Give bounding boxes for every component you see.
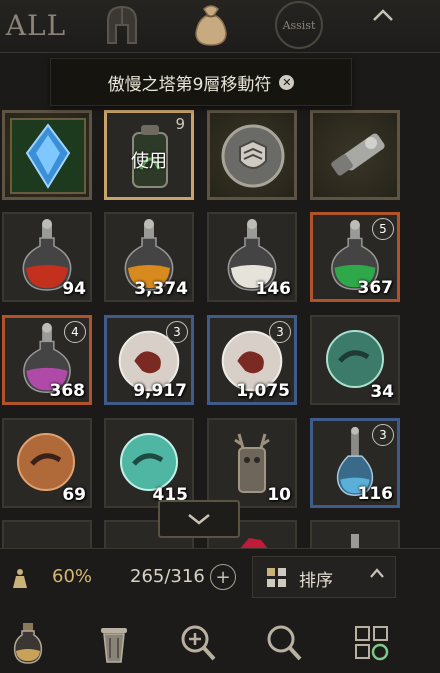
bottle-icon	[351, 534, 359, 548]
item-slot-teleport-scroll[interactable]: 9 使用	[104, 110, 194, 200]
arrange-button[interactable]	[352, 620, 392, 666]
zoom-in-icon	[181, 625, 216, 661]
chevron-up-icon	[369, 564, 385, 583]
item-slot-blue-vial[interactable]: 3 116	[310, 418, 400, 508]
item-slot-orange-potion[interactable]: 3,374	[104, 212, 194, 302]
item-slot-antler-totem[interactable]: 10	[207, 418, 297, 508]
item-slot-partial[interactable]	[2, 520, 92, 548]
grade-badge: 4	[64, 321, 86, 343]
helmet-icon	[107, 5, 137, 44]
close-icon[interactable]: ✕	[279, 74, 295, 90]
item-count: 146	[255, 279, 292, 299]
item-count: 10	[267, 485, 291, 505]
item-tier: 9	[175, 115, 185, 133]
trash-icon	[101, 628, 127, 663]
item-slot-orange-orb[interactable]: 69	[2, 418, 92, 508]
shield-emblem-icon	[221, 124, 285, 188]
expand-capacity-button[interactable]: +	[210, 564, 236, 590]
silver-scroll-icon	[331, 133, 385, 176]
item-slot-purple-potion[interactable]: 4 368	[2, 315, 92, 405]
search-icon	[267, 625, 302, 661]
chevron-down-icon	[188, 514, 210, 525]
tab-assist[interactable]: Assist	[272, 0, 326, 50]
sort-label: 排序	[299, 571, 333, 591]
weight-percent: 60%	[52, 566, 93, 587]
item-slot-shield-emblem[interactable]	[207, 110, 297, 200]
inventory-capacity: 265/316	[130, 566, 205, 587]
item-count: 69	[62, 485, 86, 505]
weight-icon	[10, 568, 30, 595]
item-slot-red-potion[interactable]: 94	[2, 212, 92, 302]
item-count: 116	[357, 484, 394, 504]
item-slot-dragon-orb-2[interactable]: 3 1,075	[207, 315, 297, 405]
item-count: 3,374	[134, 279, 188, 299]
scroll-down-button[interactable]	[158, 500, 240, 538]
item-tooltip: 傲慢之塔第9層移動符 ✕	[50, 58, 352, 106]
item-count: 1,075	[236, 381, 290, 401]
item-slot-silver-scroll[interactable]	[310, 110, 400, 200]
item-slot-teal-orb[interactable]: 415	[104, 418, 194, 508]
potion-icon	[13, 623, 43, 664]
tooltip-text: 傲慢之塔第9層移動符	[107, 74, 272, 95]
item-count: 94	[62, 279, 86, 299]
use-potion-button[interactable]	[8, 620, 48, 666]
grid-arrange-icon	[355, 626, 389, 661]
grid-icon	[267, 568, 286, 587]
top-tab-bar: ALL Assist	[0, 0, 440, 53]
tab-consumables[interactable]	[186, 0, 236, 50]
discard-button[interactable]	[94, 620, 134, 666]
grade-badge: 3	[372, 424, 394, 446]
grade-badge: 3	[269, 321, 291, 343]
pouch-icon	[195, 5, 227, 46]
item-slot-green-potion[interactable]: 5 367	[310, 212, 400, 302]
item-slot-green-orb[interactable]: 34	[310, 315, 400, 405]
tab-all[interactable]: ALL	[6, 0, 66, 50]
grade-badge: 3	[166, 321, 188, 343]
chevron-up-icon	[373, 9, 393, 21]
item-count: 34	[370, 382, 394, 402]
use-button[interactable]: 使用	[107, 147, 191, 173]
zoom-in-button[interactable]	[178, 620, 218, 666]
item-slot-blue-crystal[interactable]	[2, 110, 92, 200]
item-slot-partial[interactable]	[310, 520, 400, 548]
assist-label: Assist	[275, 1, 323, 49]
sort-button[interactable]: 排序	[252, 556, 396, 598]
search-button[interactable]	[264, 620, 304, 666]
item-slot-dragon-orb[interactable]: 3 9,917	[104, 315, 194, 405]
item-slot-white-potion[interactable]: 146	[207, 212, 297, 302]
item-count: 9,917	[133, 381, 187, 401]
collapse-button[interactable]	[368, 0, 398, 40]
tab-equipment[interactable]	[98, 0, 146, 50]
item-count: 368	[49, 381, 86, 401]
item-count: 367	[357, 278, 394, 298]
blue-crystal-icon	[10, 118, 86, 194]
grade-badge: 5	[372, 218, 394, 240]
